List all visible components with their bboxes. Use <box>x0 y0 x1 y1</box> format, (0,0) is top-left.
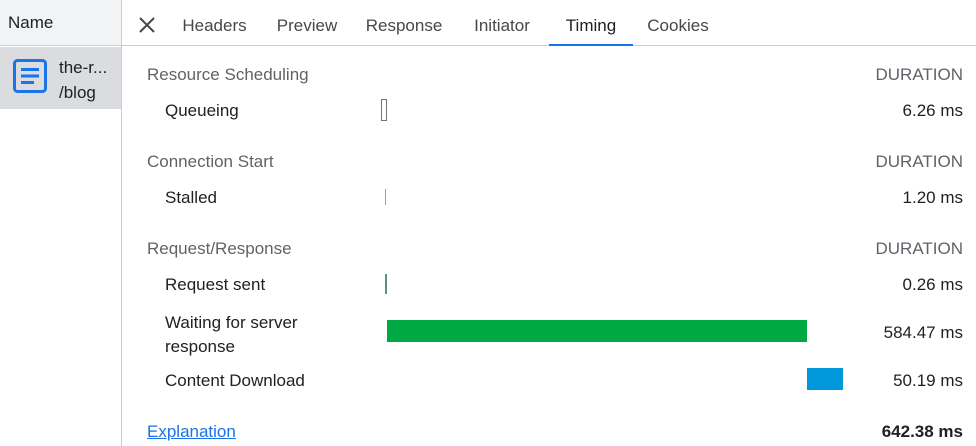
timing-label-queueing: Queueing <box>165 101 239 120</box>
tab-cookies-label: Cookies <box>647 16 709 35</box>
detail-tabbar: Headers Preview Response Initiator Timin… <box>122 0 976 46</box>
stalled-bar <box>385 189 386 205</box>
tab-headers[interactable]: Headers <box>168 0 261 46</box>
timing-label-stalled: Stalled <box>165 188 217 207</box>
tab-preview[interactable]: Preview <box>263 0 351 46</box>
request-name-line2: /blog <box>59 83 96 102</box>
tab-preview-label: Preview <box>276 16 338 35</box>
duration-header: DURATION <box>875 239 963 258</box>
timing-duration-request-sent: 0.26 ms <box>902 275 963 294</box>
timing-label-waiting-line1: Waiting for server <box>165 313 298 332</box>
timing-label-request-sent: Request sent <box>165 275 266 294</box>
tab-cookies[interactable]: Cookies <box>635 0 721 46</box>
request-list-pane: Name the-r... /blog <box>0 0 122 446</box>
total-duration: 642.38 ms <box>881 422 963 441</box>
content-download-bar <box>807 368 843 390</box>
timing-label-content-download: Content Download <box>165 371 305 390</box>
name-column-header[interactable]: Name <box>0 0 121 46</box>
tab-timing[interactable]: Timing <box>549 0 633 46</box>
section-title-request-response: Request/Response <box>147 239 292 258</box>
request-name: the-r... /blog <box>59 55 107 105</box>
queueing-bar <box>381 99 387 121</box>
timing-label-waiting: Waiting for server response <box>165 311 298 359</box>
request-sent-bar <box>385 274 387 294</box>
timing-duration-stalled: 1.20 ms <box>902 188 963 207</box>
tab-response[interactable]: Response <box>352 0 456 46</box>
timing-label-waiting-line2: response <box>165 337 235 356</box>
close-icon[interactable] <box>138 16 156 34</box>
duration-header: DURATION <box>875 65 963 84</box>
duration-header: DURATION <box>875 152 963 171</box>
tab-timing-label: Timing <box>565 16 617 35</box>
timing-duration-queueing: 6.26 ms <box>902 101 963 120</box>
waiting-bar <box>387 320 807 342</box>
tab-initiator-label: Initiator <box>474 16 530 35</box>
tab-headers-label: Headers <box>182 16 247 35</box>
timing-duration-content-download: 50.19 ms <box>893 371 963 390</box>
request-name-line1: the-r... <box>59 58 108 77</box>
timing-duration-waiting: 584.47 ms <box>883 323 963 342</box>
document-icon <box>13 59 47 93</box>
request-row[interactable]: the-r... /blog <box>0 47 121 109</box>
tab-response-label: Response <box>365 16 443 35</box>
section-title-connection-start: Connection Start <box>147 152 274 171</box>
tab-initiator[interactable]: Initiator <box>458 0 546 46</box>
section-title-resource-scheduling: Resource Scheduling <box>147 65 309 84</box>
explanation-link[interactable]: Explanation <box>147 422 236 442</box>
name-column-label: Name <box>8 13 54 32</box>
